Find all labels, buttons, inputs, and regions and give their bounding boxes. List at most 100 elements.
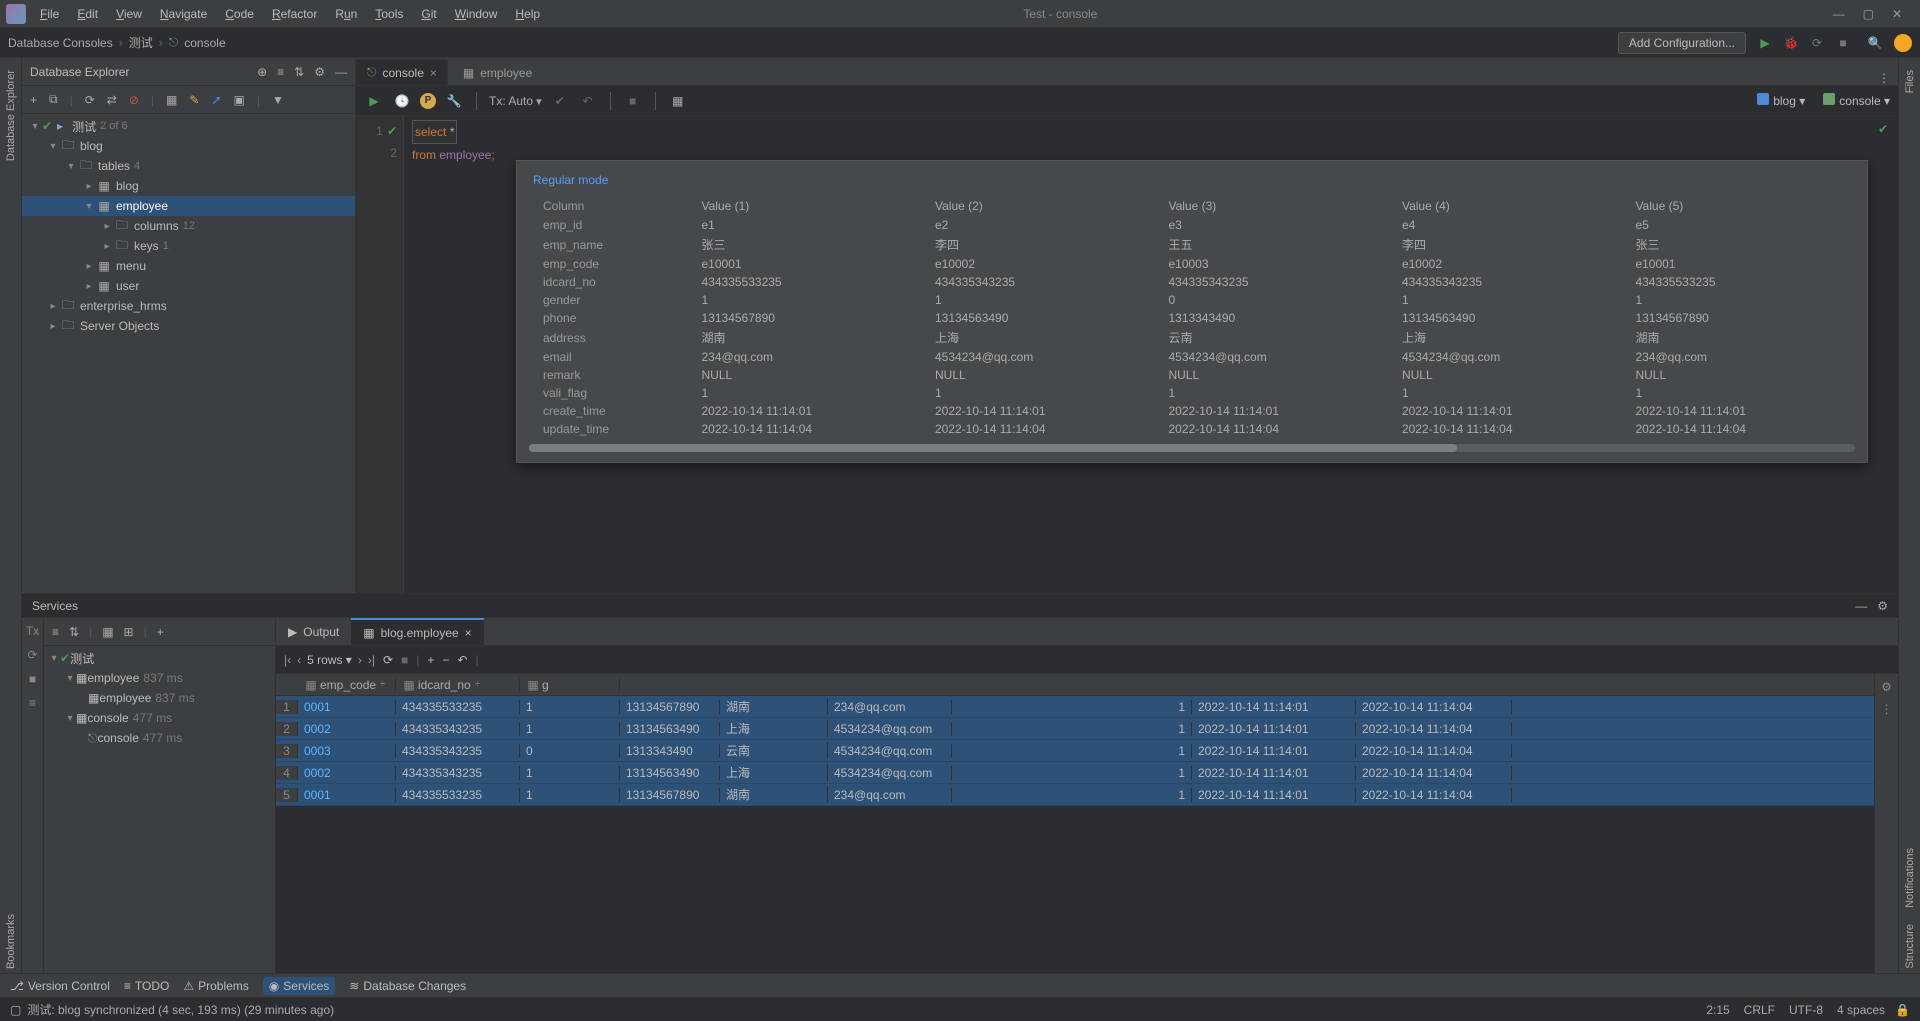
tree-datasource[interactable]: ▾✔ ▸测试2 of 6	[22, 116, 355, 136]
more-tabs-icon[interactable]: ⋮	[1870, 71, 1898, 85]
toolwindow-structure[interactable]: Structure	[1904, 920, 1916, 973]
minimize-panel-icon[interactable]: —	[1855, 599, 1867, 613]
datasource-schema-dropdown[interactable]: blog ▾	[1757, 93, 1805, 108]
svc-employee[interactable]: ▾▦ employee837 ms	[44, 668, 275, 688]
breadcrumb[interactable]: 测试	[129, 34, 153, 51]
console-icon[interactable]: ▣	[234, 93, 245, 107]
first-page-icon[interactable]: |‹	[284, 653, 291, 667]
tree-schema-blog[interactable]: ▾🗀blog	[22, 136, 355, 156]
rollback-icon[interactable]: ↶	[578, 91, 598, 111]
minimize-panel-icon[interactable]: —	[335, 65, 347, 79]
window-minimize-icon[interactable]: —	[1833, 7, 1845, 21]
new-datasource-icon[interactable]: +	[30, 93, 37, 107]
tree-table-blog[interactable]: ▸▦blog	[22, 176, 355, 196]
table-row[interactable]: 3000343433534323501313343490云南4534234@qq…	[276, 740, 1874, 762]
commit-icon[interactable]: ✔	[550, 91, 570, 111]
menu-edit[interactable]: Edit	[69, 3, 106, 25]
settings-icon[interactable]: ⚙	[1877, 599, 1888, 613]
toolwindow-files[interactable]: Files	[1904, 66, 1916, 97]
reload-icon[interactable]: ⟳	[383, 653, 393, 667]
expand-icon[interactable]: ≡	[52, 625, 59, 639]
popup-scrollbar[interactable]	[529, 444, 1855, 452]
toolwindow-database-changes[interactable]: ≋Database Changes	[349, 979, 466, 993]
line-ending[interactable]: CRLF	[1744, 1003, 1775, 1017]
grid-icon[interactable]: ▦	[102, 625, 113, 639]
run-icon[interactable]: ▶	[1756, 34, 1774, 52]
lock-icon[interactable]: 🔒	[1895, 1003, 1910, 1017]
settings-icon[interactable]: ⚙	[314, 65, 325, 79]
settings-icon[interactable]: ≡	[29, 696, 36, 710]
history-icon[interactable]: 🕓	[392, 91, 412, 111]
popup-mode-link[interactable]: Regular mode	[533, 173, 1855, 187]
caret-position[interactable]: 2:15	[1706, 1003, 1729, 1017]
menu-view[interactable]: View	[108, 3, 150, 25]
tree-tables-folder[interactable]: ▾🗀tables4	[22, 156, 355, 176]
close-icon[interactable]: ×	[430, 66, 437, 80]
tab-employee[interactable]: ▦ employee	[452, 59, 543, 85]
tree-keys-folder[interactable]: ▸🗀keys1	[22, 236, 355, 256]
tab-console[interactable]: ⎋ console ×	[356, 59, 448, 85]
revert-icon[interactable]: ↶	[457, 653, 467, 667]
diff-icon[interactable]: ⇄	[107, 93, 117, 107]
cancel-icon[interactable]: ■	[623, 91, 643, 111]
filter-icon[interactable]: ⇅	[294, 65, 304, 79]
view-icon[interactable]: ▦	[668, 91, 688, 111]
disconnect-icon[interactable]: ⊘	[129, 93, 139, 107]
add-configuration-button[interactable]: Add Configuration...	[1618, 32, 1746, 54]
inspections-ok-icon[interactable]: ✔	[1878, 122, 1888, 136]
menu-code[interactable]: Code	[217, 3, 262, 25]
svc-employee-result[interactable]: ▦ employee837 ms	[44, 688, 275, 708]
add-icon[interactable]: +	[157, 625, 164, 639]
breadcrumb[interactable]: Database Consoles	[8, 36, 113, 50]
edit-icon[interactable]: ✎	[189, 93, 199, 107]
last-page-icon[interactable]: ›|	[368, 653, 375, 667]
group-icon[interactable]: ⊞	[124, 625, 134, 639]
menu-file[interactable]: File	[32, 3, 67, 25]
run-with-coverage-icon[interactable]: ⟳	[1808, 34, 1826, 52]
jump-icon[interactable]: ➚	[211, 93, 221, 107]
window-close-icon[interactable]: ✕	[1892, 7, 1902, 21]
indent-setting[interactable]: 4 spaces	[1837, 1003, 1885, 1017]
gear-icon[interactable]: ⚙	[1881, 680, 1892, 694]
breadcrumb[interactable]: console	[184, 36, 225, 50]
duplicate-icon[interactable]: ⧉	[49, 92, 58, 107]
stop-icon[interactable]: ■	[1834, 34, 1852, 52]
refresh-icon[interactable]: ⟳	[85, 93, 95, 107]
code-editor[interactable]: 1✔ 2 select * from employee; ✔ Regular m…	[356, 116, 1898, 593]
table-row[interactable]: 50001434335533235113134567890湖南234@qq.co…	[276, 784, 1874, 806]
wrench-icon[interactable]: 🔧	[444, 91, 464, 111]
tx-mode-dropdown[interactable]: Tx: Auto ▾	[489, 94, 542, 108]
stop-icon[interactable]: ■	[401, 653, 408, 667]
add-row-icon[interactable]: +	[427, 653, 434, 667]
reload-icon[interactable]: ⟳	[27, 648, 37, 662]
tx-icon[interactable]: Tx	[26, 624, 39, 638]
close-icon[interactable]: ×	[465, 626, 472, 640]
table-view-icon[interactable]: ▦	[166, 93, 177, 107]
table-row[interactable]: 40002434335343235113134563490上海4534234@q…	[276, 762, 1874, 784]
tree-server-objects[interactable]: ▸🗀Server Objects	[22, 316, 355, 336]
menu-navigate[interactable]: Navigate	[152, 3, 215, 25]
filter-funnel-icon[interactable]: ▼	[272, 93, 284, 107]
toolwindow-notifications[interactable]: Notifications	[1904, 844, 1916, 912]
toolwindow-todo[interactable]: ≡TODO	[124, 979, 169, 993]
file-encoding[interactable]: UTF-8	[1789, 1003, 1823, 1017]
tree-columns-folder[interactable]: ▸🗀columns12	[22, 216, 355, 236]
stop-icon[interactable]: ■	[29, 672, 36, 686]
table-row[interactable]: 10001434335533235113134567890湖南234@qq.co…	[276, 696, 1874, 718]
tree-table-user[interactable]: ▸▦user	[22, 276, 355, 296]
debug-icon[interactable]: 🐞	[1782, 34, 1800, 52]
tab-output[interactable]: ▶Output	[276, 618, 351, 645]
tree-table-menu[interactable]: ▸▦menu	[22, 256, 355, 276]
toolwindow-database-explorer[interactable]: Database Explorer	[5, 66, 17, 165]
search-icon[interactable]: 🔍	[1866, 34, 1884, 52]
execute-icon[interactable]: ▶	[364, 91, 384, 111]
result-grid[interactable]: ▦emp_code÷ ▦idcard_no÷ ▦g	[276, 674, 1874, 973]
tree-schema-enterprise[interactable]: ▸🗀enterprise_hrms	[22, 296, 355, 316]
toolwindow-problems[interactable]: ⚠Problems	[183, 979, 248, 993]
avatar[interactable]	[1894, 34, 1912, 52]
toolwindow-version-control[interactable]: ⎇Version Control	[10, 979, 110, 993]
toolwindow-bookmarks[interactable]: Bookmarks	[5, 910, 17, 973]
svc-console[interactable]: ▾▦ console477 ms	[44, 708, 275, 728]
tab-blog-employee[interactable]: ▦blog.employee×	[351, 618, 483, 645]
toolwindow-services[interactable]: ◉Services	[263, 977, 336, 995]
